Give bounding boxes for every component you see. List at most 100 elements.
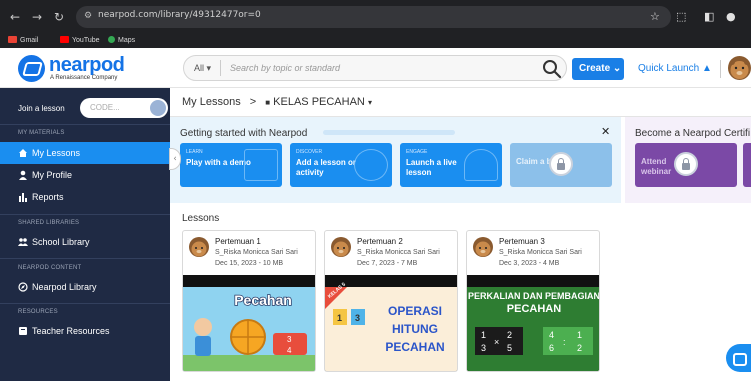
lesson-thumbnail: PERKALIAN DAN PEMBAGIAN PECAHAN 1 3 × 2 5… (467, 275, 599, 371)
svg-text:2: 2 (577, 343, 582, 353)
laptop-illustration-icon (244, 149, 278, 181)
home-icon (19, 149, 27, 157)
bookmark-label: YouTube (72, 37, 100, 44)
getting-started-card-demo[interactable]: LEARN Play with a demo (180, 143, 282, 187)
lesson-author: S_Riska Monicca Sari Sari (357, 249, 440, 256)
getting-started-progress (323, 130, 455, 135)
thumbnail-title: Pecahan (234, 292, 292, 308)
sidebar-item-my-lessons[interactable]: My Lessons (0, 142, 170, 164)
svg-text:5: 5 (507, 343, 512, 353)
author-avatar (473, 237, 493, 257)
svg-text::: : (563, 337, 566, 347)
breadcrumb-folder[interactable]: KELAS PECAHAN (273, 96, 365, 108)
youtube-icon (60, 36, 69, 43)
svg-text:4: 4 (549, 330, 554, 340)
svg-text:3: 3 (481, 343, 486, 353)
sidebar-item-teacher-resources[interactable]: Teacher Resources (0, 320, 170, 342)
bookmark-label: Gmail (20, 37, 39, 44)
section-label-my-materials: MY MATERIALS (18, 130, 65, 136)
certification-panel: Become a Nearpod Certifi Attend webinar (625, 117, 751, 203)
search-divider (220, 60, 221, 76)
svg-text:×: × (494, 337, 499, 347)
certification-title: Become a Nearpod Certifi (635, 128, 751, 139)
search-bar[interactable]: All ▾ Search by topic or standard (183, 55, 567, 81)
back-icon[interactable]: ← (8, 10, 22, 24)
getting-started-card-add-lesson[interactable]: DISCOVER Add a lesson or activity (290, 143, 392, 187)
search-icon[interactable] (541, 58, 563, 80)
extensions-icon[interactable]: ⬚ (676, 10, 686, 24)
header-divider (720, 60, 721, 78)
join-lesson: Join a lesson CODE... (8, 98, 168, 120)
folder-icon: ■ (265, 98, 271, 107)
lesson-author: S_Riska Monicca Sari Sari (499, 249, 582, 256)
lesson-author: S_Riska Monicca Sari Sari (215, 249, 298, 256)
person-icon (19, 170, 27, 180)
sidebar-divider (0, 303, 170, 304)
search-scope-select[interactable]: All ▾ (194, 63, 211, 74)
getting-started-card-badge[interactable]: Claim a badge (510, 143, 612, 187)
sidebar-item-my-profile[interactable]: My Profile (0, 164, 170, 186)
bookmark-label: Maps (118, 37, 136, 44)
sidebar-divider (0, 124, 170, 125)
join-lesson-label: Join a lesson (18, 104, 65, 113)
user-avatar[interactable] (728, 56, 751, 80)
reload-icon[interactable]: ↻ (52, 10, 66, 24)
browser-toolbar: ← → ↻ ⚙ nearpod.com/library/49312477or=0… (0, 0, 751, 34)
breadcrumb-root[interactable]: My Lessons (182, 96, 241, 108)
card-tag: ENGAGE (406, 149, 428, 155)
sidebar-item-reports[interactable]: Reports (0, 186, 170, 208)
bookmarks-bar: Gmail YouTube Maps (0, 34, 751, 48)
sidebar-item-nearpod-library[interactable]: Nearpod Library (0, 276, 170, 298)
bookmark-maps[interactable]: Maps (108, 35, 135, 47)
close-icon[interactable]: ✕ (601, 125, 610, 138)
forward-icon[interactable]: → (30, 10, 44, 24)
sidebar-divider (0, 258, 170, 259)
logo-tagline: A Renaissance Company (50, 75, 118, 81)
sidebar-icon[interactable]: ◧ (704, 10, 714, 24)
bookmark-youtube[interactable]: YouTube (60, 35, 100, 47)
svg-text:1: 1 (481, 330, 486, 340)
svg-text:2: 2 (507, 330, 512, 340)
card-tag: LEARN (186, 149, 203, 155)
logo-wordmark: nearpod (49, 54, 125, 76)
chevron-down-icon[interactable]: ▾ (368, 98, 372, 107)
bookmark-gmail[interactable]: Gmail (8, 35, 38, 47)
lock-icon (549, 152, 573, 176)
create-button[interactable]: Create ⌄ (572, 58, 624, 80)
lesson-title: Pertemuan 1 (215, 237, 261, 246)
thumbnail-title: OPERASI HITUNG PECAHAN (385, 304, 444, 354)
card-tag: DISCOVER (296, 149, 323, 155)
certification-card-webinar[interactable]: Attend webinar (635, 143, 737, 187)
quick-launch-button[interactable]: Quick Launch ▲ (638, 63, 712, 74)
gmail-icon (8, 36, 17, 43)
lesson-code-input[interactable]: CODE... (80, 98, 168, 118)
lesson-thumbnail: Pecahan 3 4 (183, 275, 315, 371)
maps-icon (108, 36, 115, 43)
lesson-card[interactable]: Pertemuan 1 S_Riska Monicca Sari Sari De… (182, 230, 316, 372)
getting-started-title: Getting started with Nearpod (180, 128, 308, 139)
certification-card-next[interactable] (743, 143, 751, 187)
lesson-card[interactable]: Pertemuan 3 S_Riska Monicca Sari Sari De… (466, 230, 600, 372)
profile-icon[interactable]: ● (726, 10, 736, 24)
lock-icon (674, 152, 698, 176)
lesson-card[interactable]: Pertemuan 2 S_Riska Monicca Sari Sari De… (324, 230, 458, 372)
search-input[interactable]: Search by topic or standard (230, 63, 340, 73)
join-go-button[interactable] (150, 100, 166, 116)
rocket-icon: ▲ (701, 63, 712, 74)
chat-support-button[interactable] (726, 344, 751, 372)
getting-started-card-launch[interactable]: ENGAGE Launch a live lesson (400, 143, 502, 187)
sidebar-divider (0, 214, 170, 215)
lessons-heading: Lessons (182, 213, 220, 224)
lesson-date: Dec 15, 2023 - 10 MB (215, 260, 284, 267)
svg-text:3: 3 (287, 335, 292, 344)
section-label-content: NEARPOD CONTENT (18, 265, 82, 271)
sidebar-item-school-library[interactable]: School Library (0, 231, 170, 253)
site-settings-icon[interactable]: ⚙ (84, 11, 94, 21)
lesson-title: Pertemuan 3 (499, 237, 545, 246)
bookmark-star-icon[interactable]: ☆ (650, 10, 660, 24)
svg-text:1: 1 (337, 313, 342, 323)
lesson-thumbnail: KELAS 5 1 3 OPERASI HITUNG PECAHAN (325, 275, 457, 371)
nearpod-logo[interactable]: nearpod A Renaissance Company (18, 54, 138, 84)
logo-mark-icon (18, 55, 45, 82)
address-bar[interactable]: ⚙ nearpod.com/library/49312477or=0 (76, 6, 671, 28)
